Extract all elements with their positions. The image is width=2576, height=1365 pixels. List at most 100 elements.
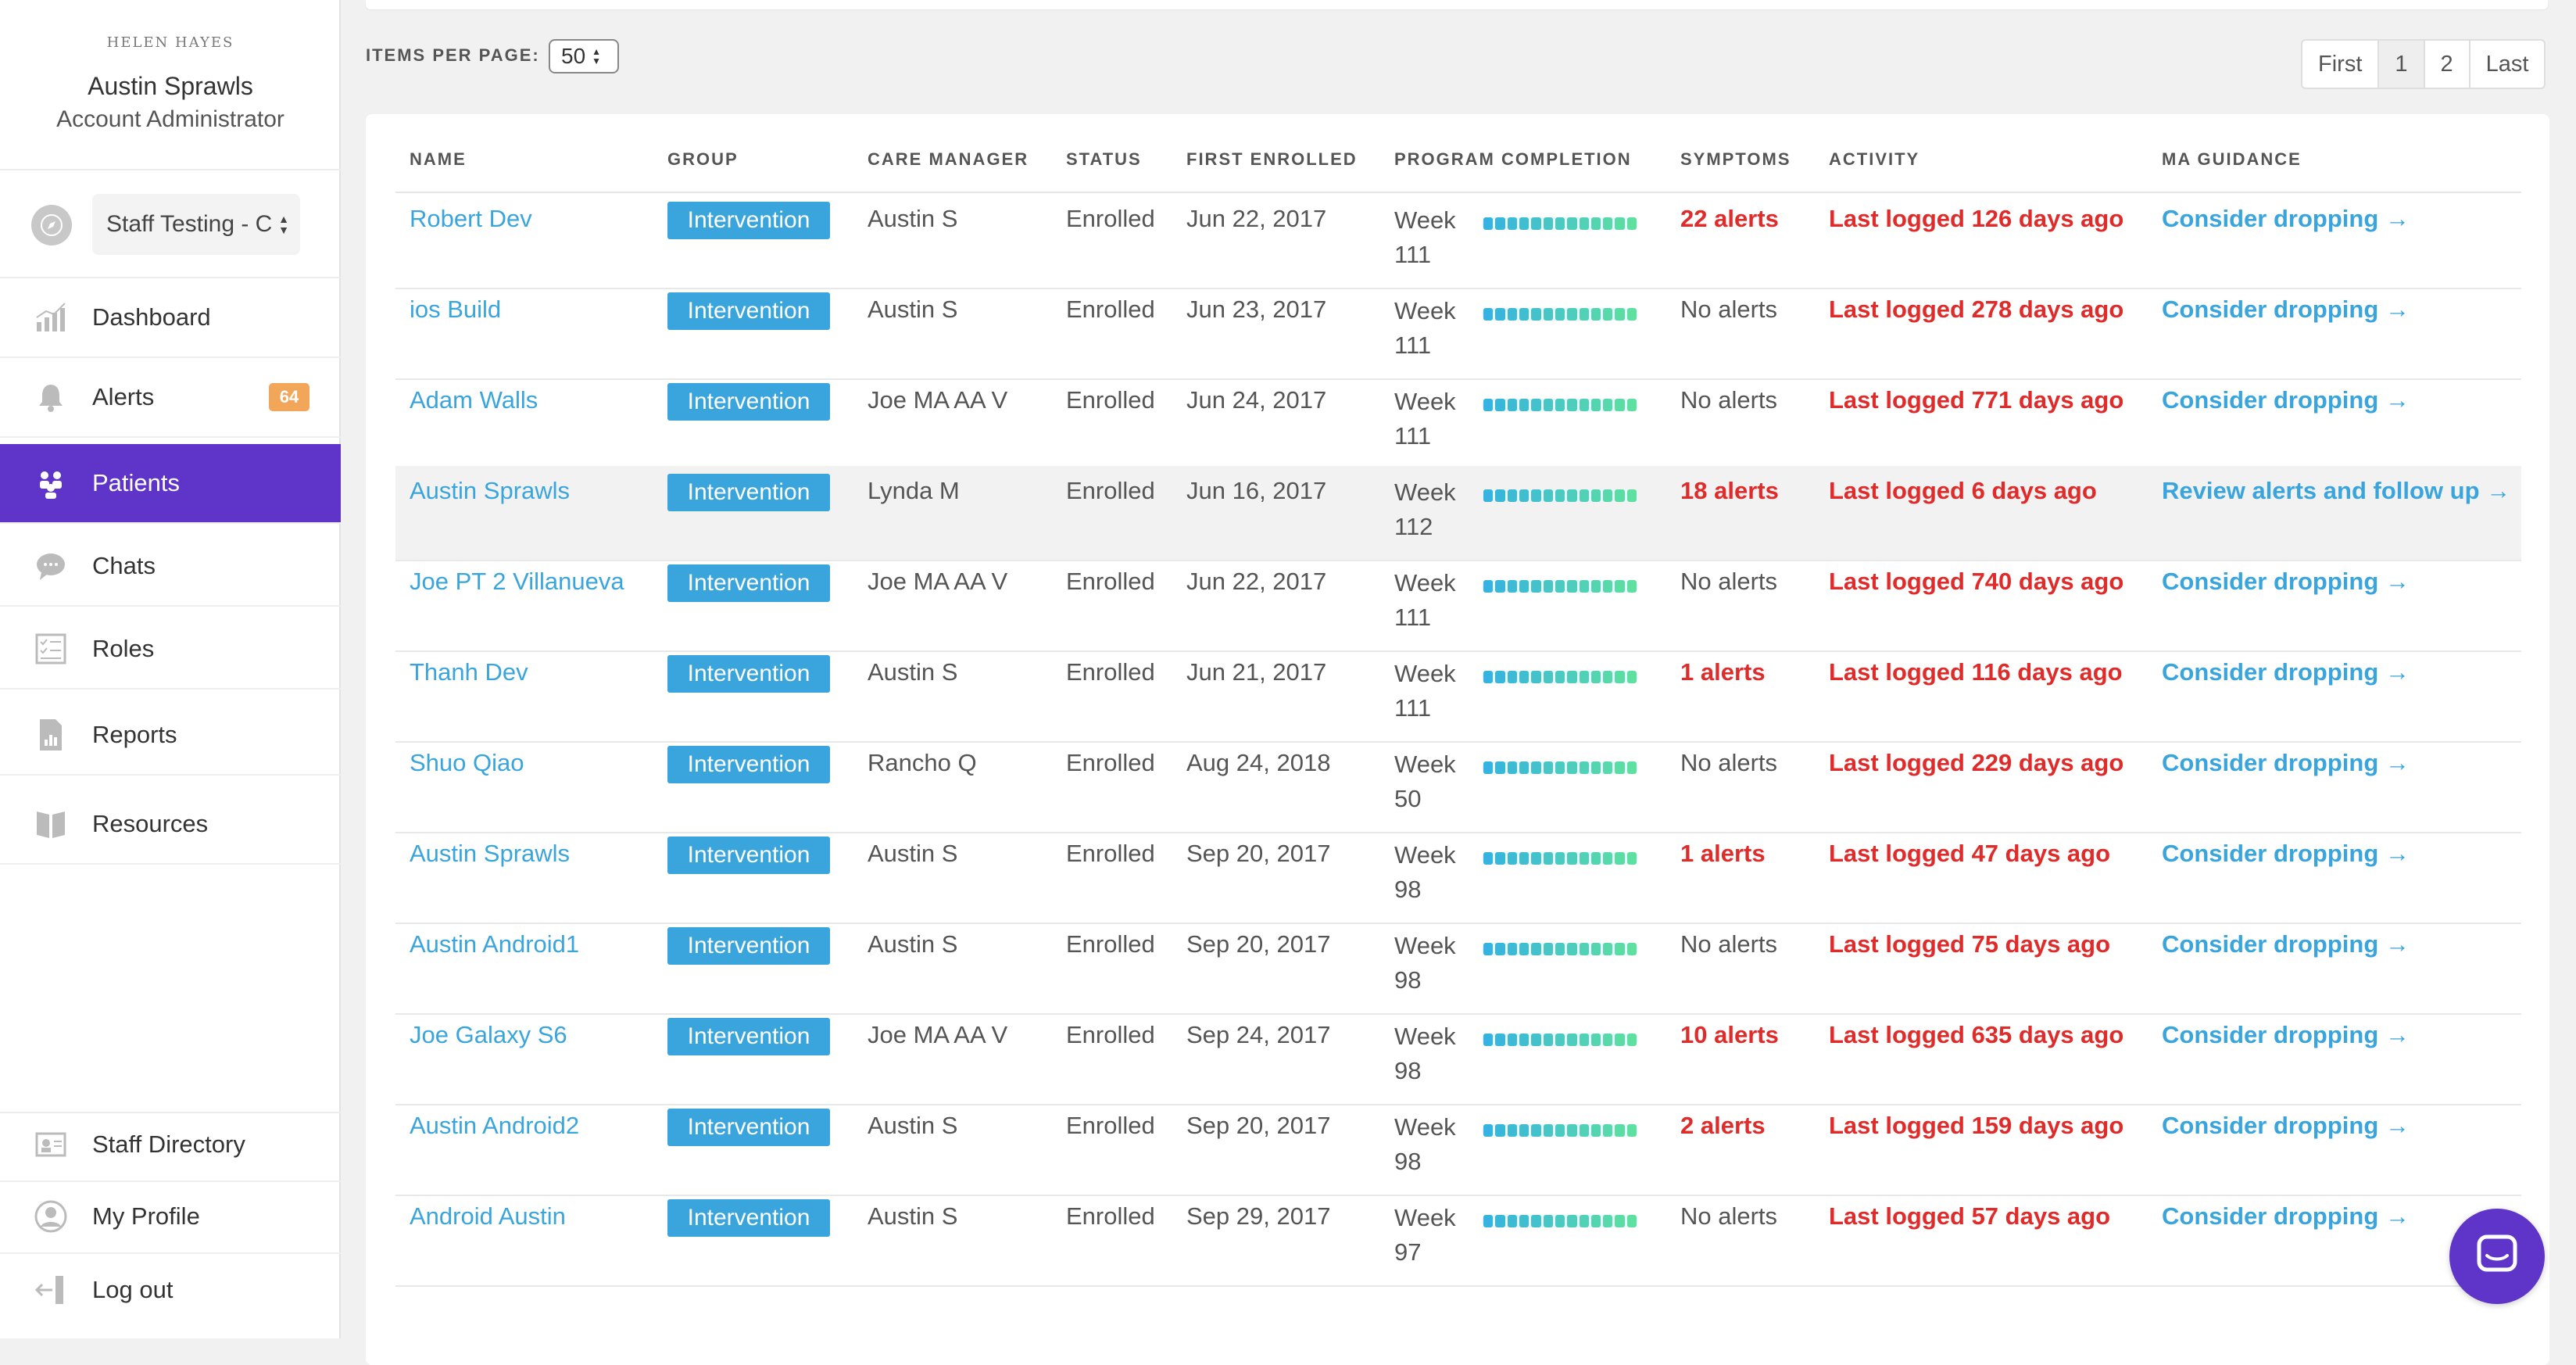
progress-segment [1519,217,1530,230]
patient-name-link[interactable]: Robert Dev [410,205,532,233]
col-header-ma-guidance[interactable]: MA GUIDANCE [2162,149,2302,170]
patient-name-link[interactable]: Android Austin [410,1202,566,1231]
col-header-name[interactable]: NAME [410,149,467,170]
care-manager: Joe MA AA V [868,568,1008,595]
patient-name-link[interactable]: Austin Sprawls [410,477,570,505]
col-header-activity[interactable]: ACTIVITY [1829,149,1919,170]
activity-last-logged: Last logged 740 days ago [1829,568,2124,595]
progress-segment [1555,852,1565,865]
progress-segment [1590,761,1601,774]
table-row[interactable]: Shuo Qiao Intervention Rancho Q Enrolled… [395,738,2521,833]
ma-guidance-link[interactable]: Consider dropping → [2162,1112,2410,1140]
program-week-number: 112 [1394,513,1433,540]
activity-last-logged: Last logged 116 days ago [1829,658,2123,686]
progress-segment [1519,1034,1530,1046]
progress-segment [1531,489,1541,502]
activity-last-logged: Last logged 126 days ago [1829,205,2124,232]
patient-name-link[interactable]: Adam Walls [410,386,538,414]
page-2-button[interactable]: 2 [2425,41,2470,88]
progress-segment [1603,489,1613,502]
nav-chats[interactable]: Chats [0,527,341,607]
items-per-page-label: ITEMS PER PAGE: [366,45,540,65]
chat-launcher-button[interactable] [2449,1209,2545,1304]
table-row[interactable]: Austin Sprawls Intervention Austin S Enr… [395,829,2521,924]
table-row[interactable]: Austin Sprawls Intervention Lynda M Enro… [395,466,2521,561]
items-per-page-select[interactable]: 50 ▲ ▼ [549,39,619,73]
table-row[interactable]: Android Austin Intervention Austin S Enr… [395,1191,2521,1287]
nav-dashboard[interactable]: Dashboard [0,278,341,358]
progress-segment [1567,399,1577,411]
table-row[interactable]: Thanh Dev Intervention Austin S Enrolled… [395,647,2521,743]
progress-segment [1507,489,1517,502]
program-week-label: Week [1394,388,1456,415]
nav-alerts[interactable]: Alerts 64 [0,358,341,438]
program-completion-bar [1482,308,1638,321]
progress-segment [1543,217,1553,230]
col-header-status[interactable]: STATUS [1066,149,1142,170]
progress-segment [1531,852,1541,865]
col-header-symptoms[interactable]: SYMPTOMS [1680,149,1791,170]
nav-patients[interactable]: Patients [0,444,341,524]
progress-segment [1579,1215,1589,1227]
page-1-button[interactable]: 1 [2379,41,2425,88]
progress-segment [1615,761,1625,774]
patient-name-link[interactable]: Joe PT 2 Villanueva [410,568,624,596]
progress-segment [1531,399,1541,411]
nav-staff-directory[interactable]: Staff Directory [0,1109,341,1182]
program-week: Week 111 [1394,203,1456,272]
progress-segment [1555,1215,1565,1227]
table-row[interactable]: Robert Dev Intervention Austin S Enrolle… [395,194,2521,289]
activity-last-logged: Last logged 635 days ago [1829,1021,2124,1048]
table-row[interactable]: Adam Walls Intervention Joe MA AA V Enro… [395,375,2521,471]
ma-guidance-link[interactable]: Consider dropping → [2162,749,2410,777]
ma-guidance-link[interactable]: Consider dropping → [2162,1021,2410,1049]
logout-icon [31,1270,70,1309]
ma-guidance-link[interactable]: Consider dropping → [2162,1202,2410,1231]
patient-name-link[interactable]: Austin Android2 [410,1112,579,1140]
program-week-label: Week [1394,932,1456,959]
group-badge: Intervention [667,383,830,421]
page-last-button[interactable]: Last [2470,41,2545,88]
nav-log-out[interactable]: Log out [0,1254,341,1326]
progress-segment [1507,1034,1517,1046]
table-row[interactable]: Joe PT 2 Villanueva Intervention Joe MA … [395,557,2521,652]
table-row[interactable]: Joe Galaxy S6 Intervention Joe MA AA V E… [395,1010,2521,1105]
progress-segment [1483,1124,1494,1137]
ma-guidance-link[interactable]: Consider dropping → [2162,930,2410,958]
ma-guidance-link[interactable]: Consider dropping → [2162,658,2410,686]
ma-guidance-link[interactable]: Consider dropping → [2162,568,2410,596]
program-week-label: Week [1394,569,1456,597]
page-first-button[interactable]: First [2302,41,2380,88]
table-row[interactable]: Austin Android1 Intervention Austin S En… [395,919,2521,1015]
ma-guidance-link[interactable]: Consider dropping → [2162,386,2410,414]
table-row[interactable]: ios Build Intervention Austin S Enrolled… [395,285,2521,380]
progress-segment [1495,489,1505,502]
nav-my-profile[interactable]: My Profile [0,1180,341,1254]
col-header-care-manager[interactable]: CARE MANAGER [868,149,1029,170]
col-header-first-enrolled[interactable]: FIRST ENROLLED [1186,149,1358,170]
patient-name-link[interactable]: Joe Galaxy S6 [410,1021,567,1049]
progress-segment [1615,1215,1625,1227]
col-header-group[interactable]: GROUP [667,149,739,170]
patient-name-link[interactable]: ios Build [410,296,501,324]
activity-last-logged: Last logged 47 days ago [1829,840,2111,867]
patient-name-link[interactable]: Austin Android1 [410,930,579,958]
patient-name-link[interactable]: Austin Sprawls [410,840,570,868]
nav-resources[interactable]: Resources [0,785,341,865]
table-row[interactable]: Austin Android2 Intervention Austin S En… [395,1101,2521,1196]
ma-guidance-link[interactable]: Review alerts and follow up → [2162,477,2510,505]
progress-segment [1543,399,1553,411]
nav-roles[interactable]: Roles [0,610,341,690]
progress-segment [1519,852,1530,865]
patient-name-link[interactable]: Shuo Qiao [410,749,524,777]
ma-guidance-link[interactable]: Consider dropping → [2162,205,2410,233]
patient-name-link[interactable]: Thanh Dev [410,658,528,686]
col-header-program-completion[interactable]: PROGRAM COMPLETION [1394,149,1632,170]
ma-guidance-link[interactable]: Consider dropping → [2162,296,2410,324]
nav-reports[interactable]: Reports [0,696,341,776]
ma-guidance-link[interactable]: Consider dropping → [2162,840,2410,868]
program-completion-bar [1482,1034,1638,1046]
care-manager: Austin S [868,930,958,958]
organization-selector[interactable]: Staff Testing - C ▲ ▼ [92,194,300,255]
program-week-number: 111 [1394,694,1432,722]
